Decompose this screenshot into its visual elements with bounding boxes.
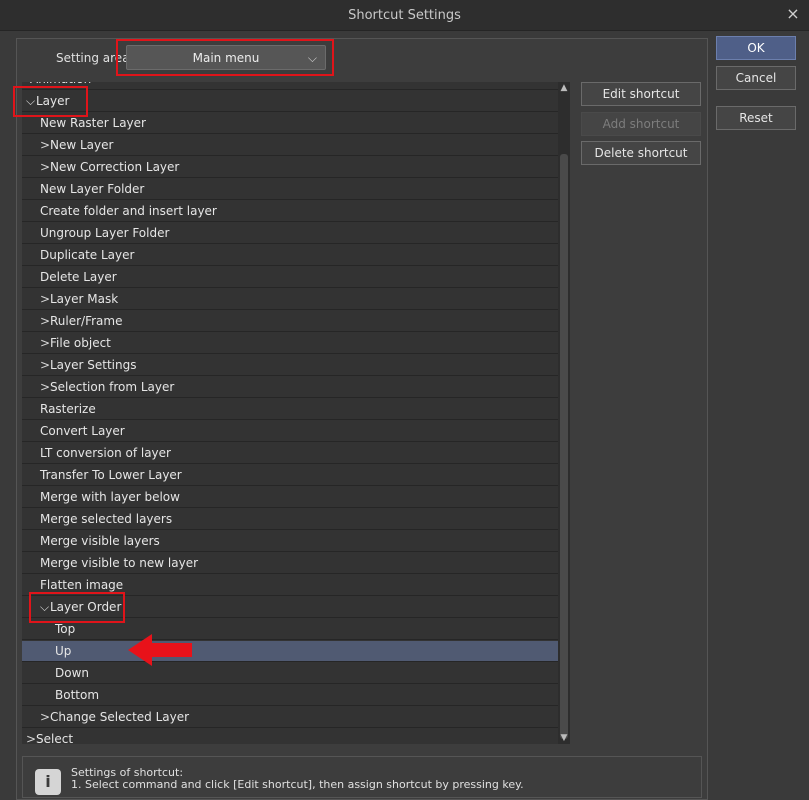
title-bar: Shortcut Settings ×: [0, 0, 809, 31]
chevron-right-icon[interactable]: >: [40, 707, 50, 728]
chevron-right-icon[interactable]: >: [40, 289, 50, 310]
chevron-right-icon[interactable]: >: [40, 355, 50, 376]
tree-row-label: Ungroup Layer Folder: [40, 226, 170, 240]
tree-row-selected[interactable]: Up: [22, 641, 558, 662]
tree-row-label: Up: [55, 644, 72, 658]
tree-row-label: Delete Layer: [40, 270, 117, 284]
tree-row-label: Top: [55, 622, 76, 636]
red-arrow-icon: [128, 634, 192, 666]
tree-row[interactable]: New Layer Folder: [22, 179, 558, 200]
tree-row[interactable]: >Layer Settings: [22, 355, 558, 376]
tree-row[interactable]: Down: [22, 663, 558, 684]
chevron-right-icon[interactable]: >: [40, 157, 50, 178]
scroll-up-icon[interactable]: ▲: [558, 82, 570, 94]
command-tree-list[interactable]: Animation⌵LayerNew Raster Layer>New Laye…: [22, 82, 558, 744]
tree-row[interactable]: >Change Selected Layer: [22, 707, 558, 728]
tree-row-label: Rasterize: [40, 402, 96, 416]
tree-row-label: LT conversion of layer: [40, 446, 171, 460]
tree-row-label: Convert Layer: [40, 424, 125, 438]
tree-row[interactable]: >Select: [22, 729, 558, 744]
tree-row-label: New Raster Layer: [40, 116, 146, 130]
chevron-right-icon[interactable]: >: [40, 377, 50, 398]
chevron-right-icon[interactable]: >: [26, 729, 36, 744]
tree-row[interactable]: Merge with layer below: [22, 487, 558, 508]
tree-row[interactable]: Transfer To Lower Layer: [22, 465, 558, 486]
tree-row[interactable]: Create folder and insert layer: [22, 201, 558, 222]
window-title: Shortcut Settings: [348, 8, 461, 23]
tree-row-label: Down: [55, 666, 90, 680]
tree-row-label: Bottom: [55, 688, 100, 702]
highlight-setting-area: [116, 39, 334, 76]
tree-row-label: Layer Settings: [50, 358, 137, 372]
tree-row-partial[interactable]: Animation: [22, 82, 558, 90]
delete-shortcut-button[interactable]: Delete shortcut: [581, 141, 701, 165]
tree-row[interactable]: >New Layer: [22, 135, 558, 156]
close-icon[interactable]: ×: [783, 4, 803, 24]
list-scrollbar[interactable]: ▲ ▼: [558, 82, 570, 744]
tree-row[interactable]: >Layer Mask: [22, 289, 558, 310]
chevron-right-icon[interactable]: >: [40, 311, 50, 332]
tree-row-label: Create folder and insert layer: [40, 204, 217, 218]
chevron-right-icon[interactable]: >: [40, 333, 50, 354]
tree-row-label: Flatten image: [40, 578, 124, 592]
tree-row-label: Ruler/Frame: [50, 314, 123, 328]
tree-row-label: Merge with layer below: [40, 490, 180, 504]
tree-row-label: Selection from Layer: [50, 380, 175, 394]
tree-row-label: New Layer: [50, 138, 114, 152]
tree-row[interactable]: Rasterize: [22, 399, 558, 420]
tree-row[interactable]: Bottom: [22, 685, 558, 706]
chevron-right-icon[interactable]: >: [40, 135, 50, 156]
tree-row[interactable]: Merge visible to new layer: [22, 553, 558, 574]
info-icon: i: [35, 769, 61, 795]
cancel-button[interactable]: Cancel: [716, 66, 796, 90]
tree-row-label: New Layer Folder: [40, 182, 145, 196]
tree-row-label: Layer Mask: [50, 292, 119, 306]
tree-row-label: Merge selected layers: [40, 512, 173, 526]
tree-row-label: Change Selected Layer: [50, 710, 190, 724]
tree-row-label: Merge visible layers: [40, 534, 160, 548]
tree-row[interactable]: >Ruler/Frame: [22, 311, 558, 332]
tree-row[interactable]: ⌵Layer: [22, 91, 558, 112]
help-step-1: 1. Select command and click [Edit shortc…: [71, 778, 524, 791]
tree-row[interactable]: Merge visible layers: [22, 531, 558, 552]
tree-row[interactable]: >New Correction Layer: [22, 157, 558, 178]
tree-row[interactable]: Delete Layer: [22, 267, 558, 288]
reset-button[interactable]: Reset: [716, 106, 796, 130]
tree-row-label: File object: [50, 336, 111, 350]
tree-row-label: Duplicate Layer: [40, 248, 135, 262]
tree-row[interactable]: LT conversion of layer: [22, 443, 558, 464]
tree-row[interactable]: >Selection from Layer: [22, 377, 558, 398]
add-shortcut-button[interactable]: Add shortcut: [581, 112, 701, 136]
edit-shortcut-button[interactable]: Edit shortcut: [581, 82, 701, 106]
tree-row[interactable]: Ungroup Layer Folder: [22, 223, 558, 244]
shortcut-help-box: i Settings of shortcut: 1. Select comman…: [22, 756, 702, 798]
scroll-thumb[interactable]: [560, 154, 568, 739]
tree-row[interactable]: >File object: [22, 333, 558, 354]
tree-row[interactable]: Merge selected layers: [22, 509, 558, 530]
highlight-layer-category: [13, 86, 88, 117]
scroll-down-icon[interactable]: ▼: [558, 732, 570, 744]
tree-row-label: Transfer To Lower Layer: [40, 468, 182, 482]
tree-row-label: Select: [36, 732, 74, 744]
tree-row[interactable]: Duplicate Layer: [22, 245, 558, 266]
highlight-layer-order: [29, 592, 125, 623]
ok-button[interactable]: OK: [716, 36, 796, 60]
tree-row-label: Merge visible to new layer: [40, 556, 199, 570]
tree-row[interactable]: New Raster Layer: [22, 113, 558, 134]
tree-row[interactable]: Convert Layer: [22, 421, 558, 442]
tree-row-label: New Correction Layer: [50, 160, 180, 174]
